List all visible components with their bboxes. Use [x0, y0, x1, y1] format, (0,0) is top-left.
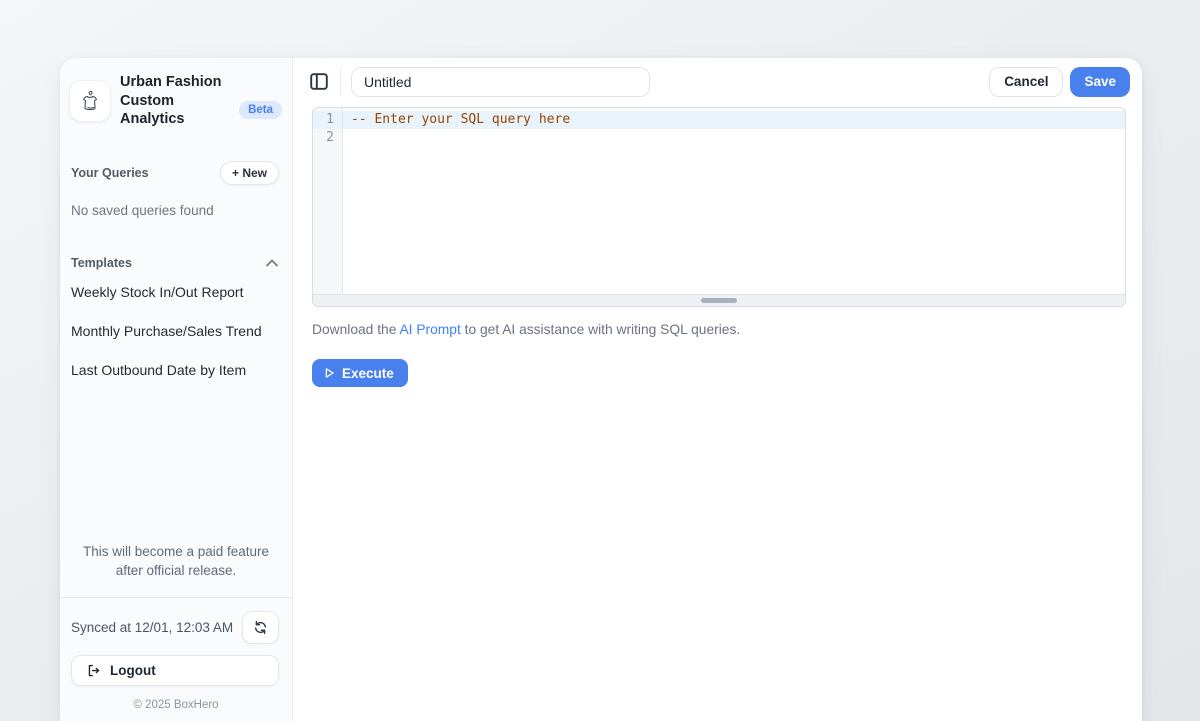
app-title-line2: Custom Analytics	[120, 92, 232, 129]
refresh-icon	[253, 620, 268, 635]
app-window: Urban Fashion Custom Analytics Beta Your…	[60, 58, 1142, 721]
toolbar-divider	[340, 68, 341, 96]
logout-icon	[86, 663, 101, 678]
ai-prompt-hint: Download the AI Prompt to get AI assista…	[312, 322, 1122, 337]
templates-section-header[interactable]: Templates	[60, 218, 292, 270]
panel-toggle-icon	[310, 73, 328, 90]
ai-prompt-link[interactable]: AI Prompt	[399, 322, 460, 337]
play-icon	[322, 366, 336, 380]
execute-label: Execute	[342, 366, 394, 381]
new-query-button[interactable]: + New	[220, 161, 279, 185]
queries-section-header: Your Queries + New	[60, 137, 292, 185]
main-panel: Cancel Save 1 2 -- Enter your SQL query …	[293, 58, 1142, 721]
editor-toolbar: Cancel Save	[293, 58, 1142, 105]
beta-badge: Beta	[239, 101, 282, 120]
sync-status-row: Synced at 12/01, 12:03 AM	[60, 598, 292, 644]
editor-code-area[interactable]: -- Enter your SQL query here	[343, 108, 1125, 294]
chevron-up-icon[interactable]	[266, 259, 278, 267]
sidebar-toggle-button[interactable]	[306, 69, 332, 95]
queries-header-label: Your Queries	[71, 166, 149, 180]
line-number: 2	[313, 129, 342, 147]
template-item-last-outbound[interactable]: Last Outbound Date by Item	[60, 353, 292, 387]
sql-comment-line: -- Enter your SQL query here	[351, 112, 570, 127]
cancel-button[interactable]: Cancel	[989, 67, 1063, 97]
queries-empty-state: No saved queries found	[60, 185, 292, 218]
editor-resize-strip	[313, 294, 1125, 306]
ai-prompt-text-before: Download the	[312, 322, 399, 337]
paid-feature-note: This will become a paid feature after of…	[75, 542, 277, 580]
template-item-monthly-trend[interactable]: Monthly Purchase/Sales Trend	[60, 314, 292, 348]
logout-button[interactable]: Logout	[71, 655, 279, 686]
ai-prompt-text-after: to get AI assistance with writing SQL qu…	[461, 322, 740, 337]
app-header: Urban Fashion Custom Analytics Beta	[60, 58, 292, 137]
templates-header-label: Templates	[71, 256, 132, 270]
logout-label: Logout	[110, 663, 156, 678]
app-logo	[69, 80, 111, 122]
save-button[interactable]: Save	[1070, 67, 1130, 97]
editor-line-numbers: 1 2	[313, 108, 343, 294]
template-item-weekly-stock[interactable]: Weekly Stock In/Out Report	[60, 275, 292, 309]
sidebar: Urban Fashion Custom Analytics Beta Your…	[60, 58, 293, 721]
sql-editor: 1 2 -- Enter your SQL query here	[312, 107, 1126, 307]
query-title-input[interactable]	[351, 67, 650, 97]
refresh-button[interactable]	[242, 611, 279, 644]
execute-button[interactable]: Execute	[312, 359, 408, 387]
editor-resize-handle[interactable]	[701, 298, 737, 303]
app-title-line1: Urban Fashion	[120, 73, 282, 92]
copyright-text: © 2025 BoxHero	[60, 686, 292, 721]
app-logo-icon	[77, 88, 103, 114]
line-number: 1	[313, 111, 342, 129]
sync-status-text: Synced at 12/01, 12:03 AM	[71, 620, 233, 635]
app-title: Urban Fashion Custom Analytics Beta	[120, 73, 282, 129]
